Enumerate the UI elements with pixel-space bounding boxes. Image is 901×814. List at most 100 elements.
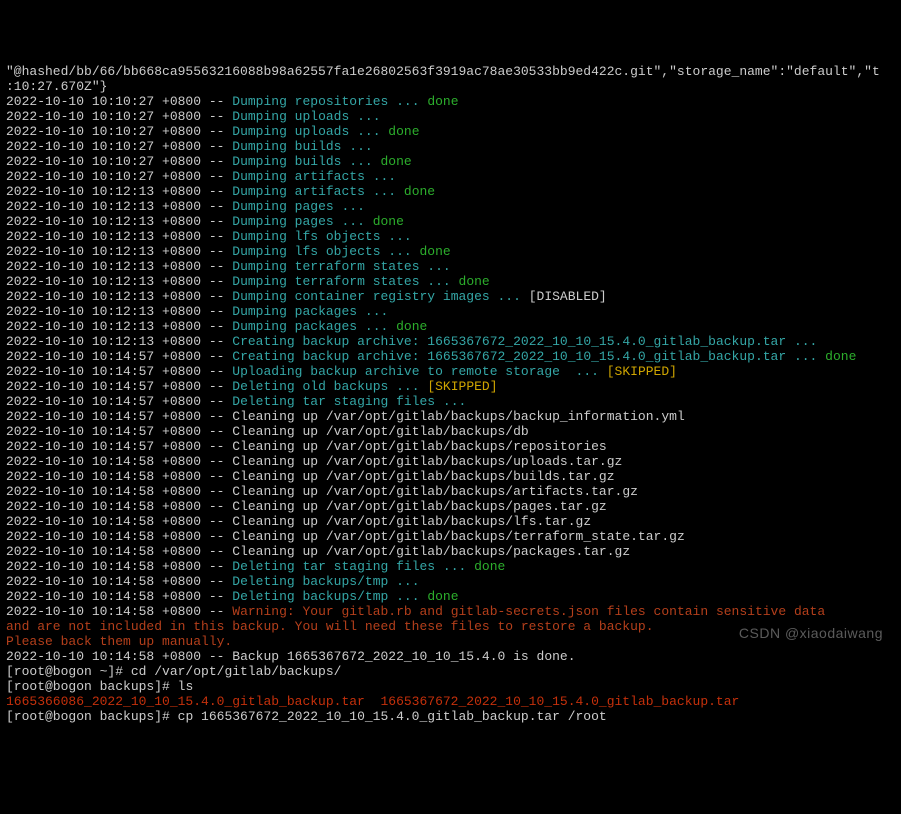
timestamp: 2022-10-10 10:12:13 +0800 [6, 274, 201, 289]
text: Dumping lfs objects ... [232, 244, 419, 259]
text: Dumping lfs objects ... [232, 229, 419, 244]
text: done [459, 274, 490, 289]
text: done [381, 154, 412, 169]
text: Dumping builds ... [232, 139, 380, 154]
text: Dumping artifacts ... [232, 169, 404, 184]
timestamp: 2022-10-10 10:14:58 +0800 [6, 484, 201, 499]
text: Dumping pages ... [232, 199, 372, 214]
log-line: :10:27.670Z"} [6, 79, 895, 94]
timestamp: 2022-10-10 10:14:57 +0800 [6, 439, 201, 454]
separator: -- [201, 109, 232, 124]
shell-prompt[interactable]: [root@bogon ~]# cd /var/opt/gitlab/backu… [6, 664, 895, 679]
timestamp: 2022-10-10 10:14:58 +0800 [6, 559, 201, 574]
separator: -- [201, 409, 232, 424]
timestamp: 2022-10-10 10:12:13 +0800 [6, 229, 201, 244]
command: cd /var/opt/gitlab/backups/ [131, 664, 342, 679]
log-line: 2022-10-10 10:10:27 +0800 -- Dumping bui… [6, 154, 895, 169]
log-line: 2022-10-10 10:10:27 +0800 -- Dumping upl… [6, 124, 895, 139]
timestamp: 2022-10-10 10:10:27 +0800 [6, 139, 201, 154]
text: Cleaning up /var/opt/gitlab/backups/back… [232, 409, 684, 424]
text: Dumping terraform states ... [232, 259, 458, 274]
text: Please back them up manually. [6, 634, 232, 649]
terminal-output[interactable]: "@hashed/bb/66/bb668ca95563216088b98a625… [6, 64, 895, 724]
log-line: 2022-10-10 10:12:13 +0800 -- Dumping ter… [6, 274, 895, 289]
timestamp: 2022-10-10 10:14:58 +0800 [6, 469, 201, 484]
log-line: 2022-10-10 10:12:13 +0800 -- Dumping pac… [6, 319, 895, 334]
prompt: [root@bogon backups]# [6, 679, 178, 694]
timestamp: 2022-10-10 10:10:27 +0800 [6, 124, 201, 139]
separator: -- [201, 289, 232, 304]
log-line: 2022-10-10 10:14:58 +0800 -- Deleting ba… [6, 589, 895, 604]
shell-prompt[interactable]: [root@bogon backups]# ls [6, 679, 895, 694]
timestamp: 2022-10-10 10:14:58 +0800 [6, 589, 201, 604]
log-line: 2022-10-10 10:10:27 +0800 -- Dumping bui… [6, 139, 895, 154]
text: Deleting tar staging files ... [232, 394, 474, 409]
separator: -- [201, 604, 232, 619]
separator: -- [201, 319, 232, 334]
text: Dumping terraform states ... [232, 274, 458, 289]
log-line: 2022-10-10 10:14:58 +0800 -- Cleaning up… [6, 514, 895, 529]
log-line: 2022-10-10 10:12:13 +0800 -- Dumping pac… [6, 304, 895, 319]
separator: -- [201, 184, 232, 199]
separator: -- [201, 439, 232, 454]
log-line: 2022-10-10 10:12:13 +0800 -- Dumping lfs… [6, 229, 895, 244]
timestamp: 2022-10-10 10:12:13 +0800 [6, 259, 201, 274]
text: done [373, 214, 404, 229]
log-line: 2022-10-10 10:12:13 +0800 -- Dumping con… [6, 289, 895, 304]
separator: -- [201, 559, 232, 574]
text: [DISABLED] [529, 289, 607, 304]
separator: -- [201, 529, 232, 544]
log-line: 2022-10-10 10:14:58 +0800 -- Warning: Yo… [6, 604, 895, 619]
timestamp: 2022-10-10 10:14:58 +0800 [6, 529, 201, 544]
separator: -- [201, 169, 232, 184]
separator: -- [201, 349, 232, 364]
log-line: 2022-10-10 10:12:13 +0800 -- Creating ba… [6, 334, 895, 349]
separator: -- [201, 544, 232, 559]
text: Dumping repositories ... [232, 94, 427, 109]
log-line: 2022-10-10 10:14:57 +0800 -- Cleaning up… [6, 409, 895, 424]
separator: -- [201, 484, 232, 499]
text: Dumping uploads ... [232, 109, 388, 124]
log-line: 2022-10-10 10:14:57 +0800 -- Deleting ol… [6, 379, 895, 394]
text: Cleaning up /var/opt/gitlab/backups/arti… [232, 484, 638, 499]
warning-line: Please back them up manually. [6, 634, 895, 649]
text: Creating backup archive: 1665367672_2022… [232, 349, 825, 364]
log-line: 2022-10-10 10:14:57 +0800 -- Uploading b… [6, 364, 895, 379]
log-line: 2022-10-10 10:12:13 +0800 -- Dumping lfs… [6, 244, 895, 259]
text: and are not included in this backup. You… [6, 619, 654, 634]
text: Cleaning up /var/opt/gitlab/backups/uplo… [232, 454, 622, 469]
log-line: 2022-10-10 10:14:57 +0800 -- Cleaning up… [6, 424, 895, 439]
log-line: 2022-10-10 10:14:58 +0800 -- Cleaning up… [6, 544, 895, 559]
log-line: 2022-10-10 10:14:58 +0800 -- Deleting ta… [6, 559, 895, 574]
timestamp: 2022-10-10 10:10:27 +0800 [6, 154, 201, 169]
text: Deleting tar staging files ... [232, 559, 474, 574]
separator: -- [201, 94, 232, 109]
timestamp: 2022-10-10 10:14:58 +0800 [6, 574, 201, 589]
timestamp: 2022-10-10 10:14:57 +0800 [6, 409, 201, 424]
separator: -- [201, 589, 232, 604]
timestamp: 2022-10-10 10:12:13 +0800 [6, 214, 201, 229]
text: done [825, 349, 856, 364]
text: done [396, 319, 427, 334]
separator: -- [201, 139, 232, 154]
timestamp: 2022-10-10 10:12:13 +0800 [6, 199, 201, 214]
text: Cleaning up /var/opt/gitlab/backups/db [232, 424, 528, 439]
shell-prompt[interactable]: [root@bogon backups]# cp 1665367672_2022… [6, 709, 895, 724]
text: Cleaning up /var/opt/gitlab/backups/lfs.… [232, 514, 591, 529]
log-line: 2022-10-10 10:12:13 +0800 -- Dumping pag… [6, 199, 895, 214]
text: Dumping builds ... [232, 154, 380, 169]
text: done [427, 94, 458, 109]
command: ls [178, 679, 194, 694]
timestamp: 2022-10-10 10:14:57 +0800 [6, 364, 201, 379]
log-line: "@hashed/bb/66/bb668ca95563216088b98a625… [6, 64, 895, 79]
prompt: [root@bogon backups]# [6, 709, 178, 724]
text: Dumping packages ... [232, 319, 396, 334]
text: Cleaning up /var/opt/gitlab/backups/repo… [232, 439, 606, 454]
timestamp: 2022-10-10 10:14:58 +0800 [6, 514, 201, 529]
log-line: 2022-10-10 10:14:58 +0800 -- Cleaning up… [6, 454, 895, 469]
text: Dumping pages ... [232, 214, 372, 229]
log-line: 2022-10-10 10:14:58 +0800 -- Cleaning up… [6, 469, 895, 484]
separator: -- [201, 199, 232, 214]
log-line: 2022-10-10 10:12:13 +0800 -- Dumping ter… [6, 259, 895, 274]
log-line: 2022-10-10 10:14:58 +0800 -- Cleaning up… [6, 529, 895, 544]
